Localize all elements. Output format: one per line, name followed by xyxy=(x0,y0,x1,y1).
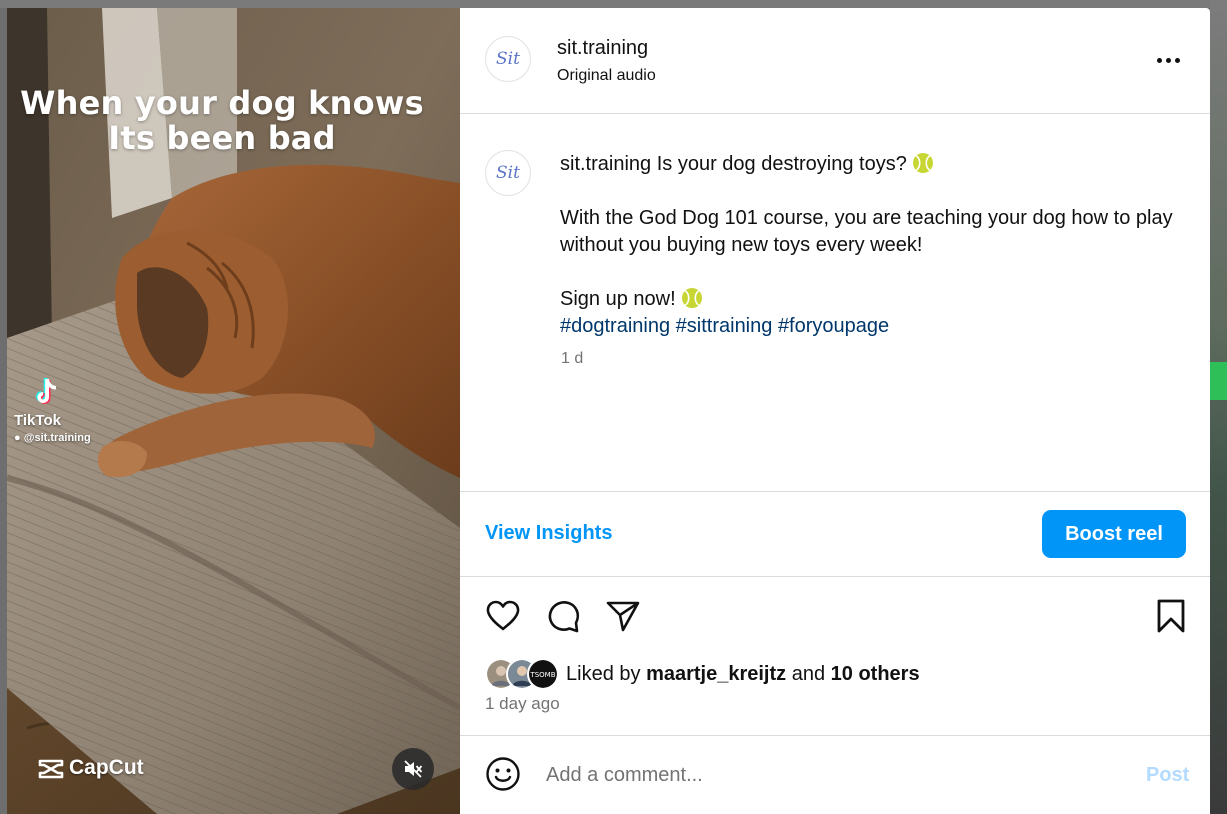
heart-icon[interactable] xyxy=(484,597,522,635)
reel-video[interactable]: When your dog knows Its been bad TikTok … xyxy=(7,8,460,814)
tennis-ball-icon xyxy=(913,153,934,173)
boost-reel-button[interactable]: Boost reel xyxy=(1042,510,1186,558)
share-icon[interactable] xyxy=(604,597,642,635)
caption-paragraph-2: With the God Dog 101 course, you are tea… xyxy=(560,207,1173,256)
first-liker-link[interactable]: maartje_kreijtz xyxy=(646,663,786,685)
video-overlay-caption: When your dog knows Its been bad xyxy=(7,86,437,156)
tiktok-label: TikTok xyxy=(14,412,61,429)
caption-line-1: Is your dog destroying toys? xyxy=(656,153,907,175)
tiktok-handle-text: @sit.training xyxy=(23,432,91,444)
more-options-button[interactable] xyxy=(1152,48,1184,72)
capcut-label: CapCut xyxy=(69,756,144,779)
speaker-muted-icon xyxy=(404,760,423,778)
backdrop-green-chip xyxy=(1210,362,1227,400)
caption-username[interactable]: sit.training xyxy=(560,153,651,175)
header-username[interactable]: sit.training xyxy=(557,37,648,60)
caption-avatar[interactable]: Sit xyxy=(485,150,531,196)
hashtag-link[interactable]: #sittraining xyxy=(676,315,773,337)
insights-divider-bottom xyxy=(460,576,1210,577)
capcut-logo-icon xyxy=(38,759,64,779)
more-dot xyxy=(1174,57,1180,63)
capcut-watermark: CapCut xyxy=(37,756,144,780)
person-icon: ● xyxy=(14,432,21,444)
avatar-logo-text: Sit xyxy=(496,163,520,183)
tiktok-handle: ● @sit.training xyxy=(14,432,91,444)
header-avatar[interactable]: Sit xyxy=(485,36,531,82)
hashtag-link[interactable]: #foryoupage xyxy=(778,315,889,337)
caption-timestamp: 1 d xyxy=(561,350,584,367)
backdrop-right xyxy=(1210,0,1227,814)
comment-icon[interactable] xyxy=(544,597,582,635)
tennis-ball-icon xyxy=(682,288,703,308)
mute-toggle-button[interactable] xyxy=(392,748,434,790)
hashtag-link[interactable]: #dogtraining xyxy=(560,315,670,337)
comment-divider xyxy=(460,735,1210,736)
tiktok-logo-icon xyxy=(36,378,56,404)
hashtags: #dogtraining #sittraining #foryoupage xyxy=(560,313,1190,340)
more-dot xyxy=(1156,57,1162,63)
liked-by-joiner: and xyxy=(791,662,826,685)
liked-by-text: Liked by maartje_kreijtz and 10 others xyxy=(566,663,920,686)
comment-input[interactable] xyxy=(544,756,1108,794)
emoji-icon[interactable] xyxy=(485,756,521,792)
save-bookmark-icon[interactable] xyxy=(1152,597,1190,635)
liked-by-prefix: Liked by xyxy=(566,662,641,685)
liker-avatar-text: TSOMB xyxy=(529,671,555,679)
more-dot xyxy=(1165,57,1171,63)
avatar-logo-text: Sit xyxy=(496,49,520,69)
others-link[interactable]: 10 others xyxy=(831,663,920,685)
header-divider xyxy=(460,113,1210,114)
likes-summary: TSOMB Liked by maartje_kreijtz and 10 ot… xyxy=(485,658,920,690)
overlay-caption-line-1: When your dog knows xyxy=(20,84,424,122)
view-insights-link[interactable]: View Insights xyxy=(485,522,612,545)
post-comment-button[interactable]: Post xyxy=(1146,764,1189,787)
post-caption: sit.training Is your dog destroying toys… xyxy=(560,151,1190,340)
original-audio-link[interactable]: Original audio xyxy=(557,67,656,85)
liker-avatar[interactable]: TSOMB xyxy=(527,658,559,690)
post-details-panel: Sit sit.training Original audio Sit sit.… xyxy=(460,8,1210,814)
overlay-caption-line-2: Its been bad xyxy=(108,119,336,157)
post-timestamp: 1 day ago xyxy=(485,694,560,713)
backdrop-top xyxy=(0,0,1227,8)
insights-divider-top xyxy=(460,491,1210,492)
caption-line-3: Sign up now! xyxy=(560,288,676,310)
